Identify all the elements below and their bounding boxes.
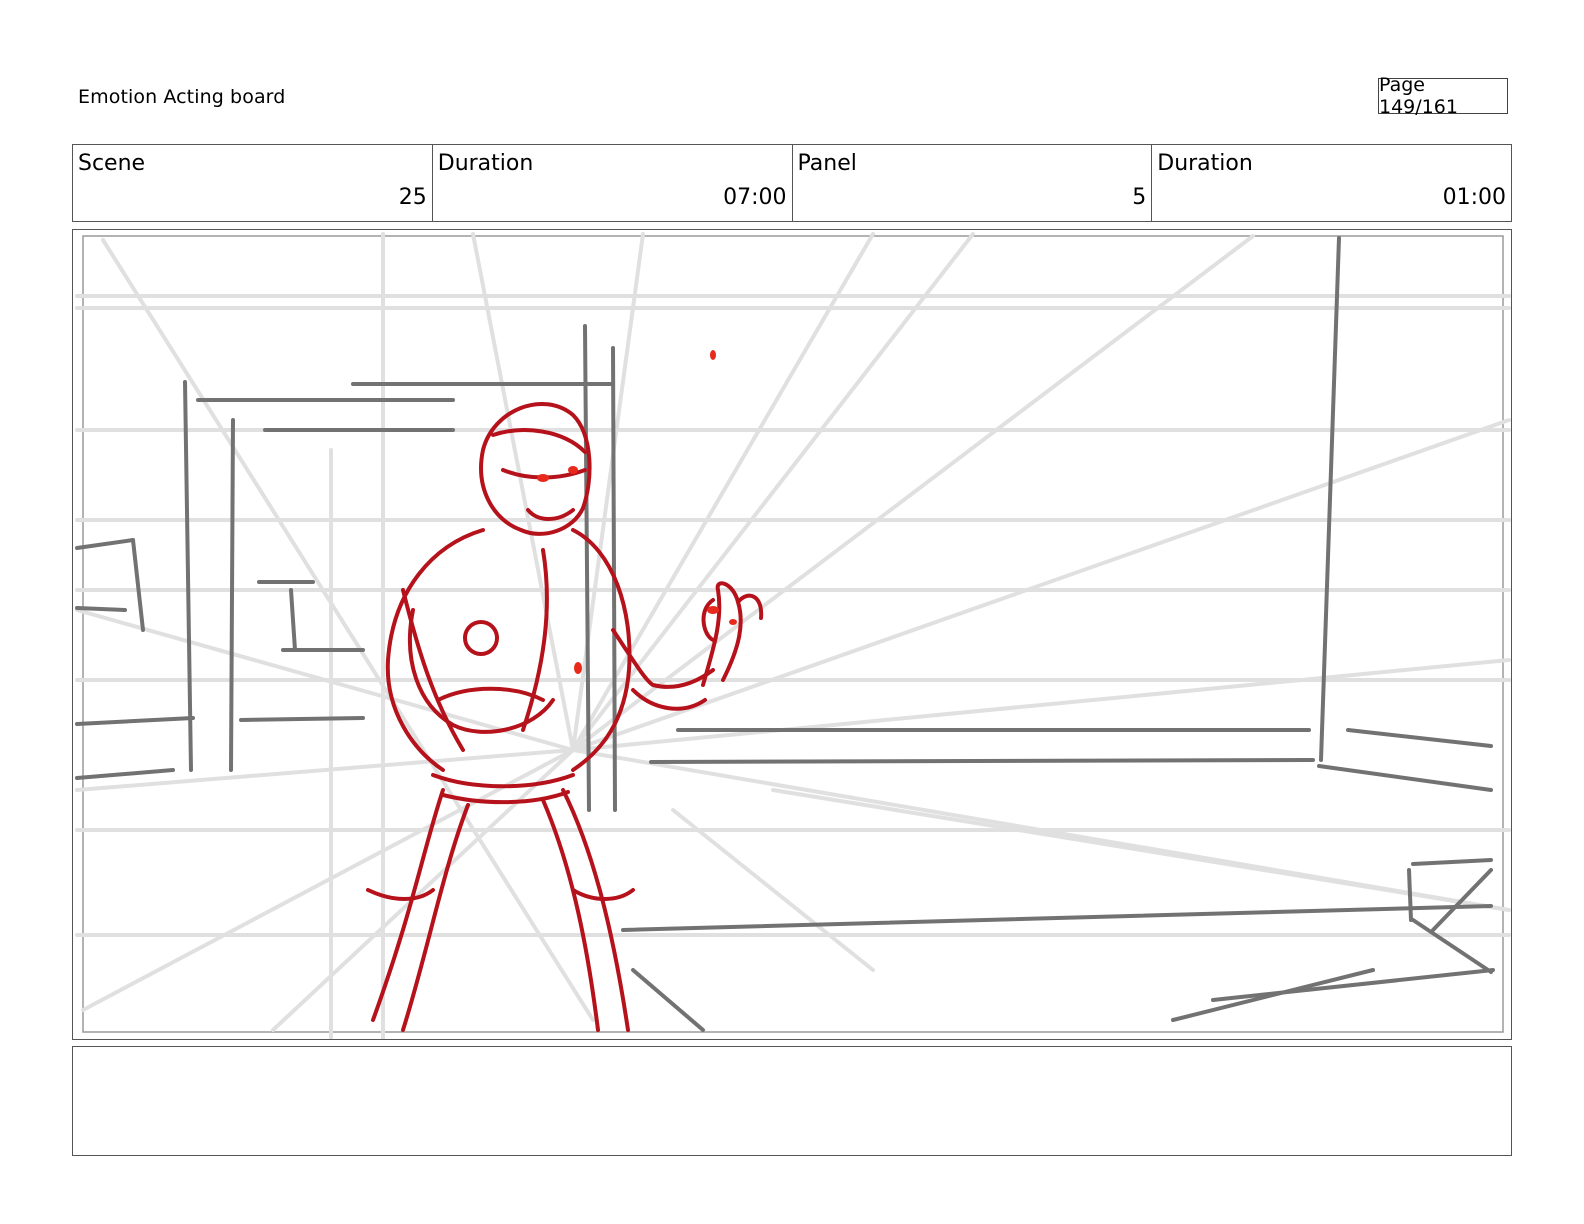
panel-duration-cell: Duration 01:00 (1151, 145, 1511, 221)
panel-cell: Panel 5 (791, 145, 1152, 221)
scene-number: 25 (398, 185, 427, 210)
sketch-drawing (75, 232, 1511, 1039)
panel-duration-value: 01:00 (1442, 185, 1506, 210)
panel-info-bar: Scene 25 Duration 07:00 Panel 5 Duration… (72, 144, 1512, 222)
scene-duration-label: Duration (437, 151, 534, 176)
page-indicator: Page 149/161 (1378, 74, 1508, 118)
scene-label: Scene (78, 151, 146, 176)
storyboard-frame (72, 229, 1512, 1040)
scene-duration-cell: Duration 07:00 (431, 145, 792, 221)
board-title: Emotion Acting board (78, 86, 286, 108)
scene-cell: Scene 25 (73, 145, 432, 221)
panel-number: 5 (1132, 185, 1147, 210)
panel-label: Panel (797, 151, 857, 176)
scene-duration-value: 07:00 (723, 185, 787, 210)
notes-box (72, 1046, 1512, 1156)
panel-duration-label: Duration (1157, 151, 1253, 176)
